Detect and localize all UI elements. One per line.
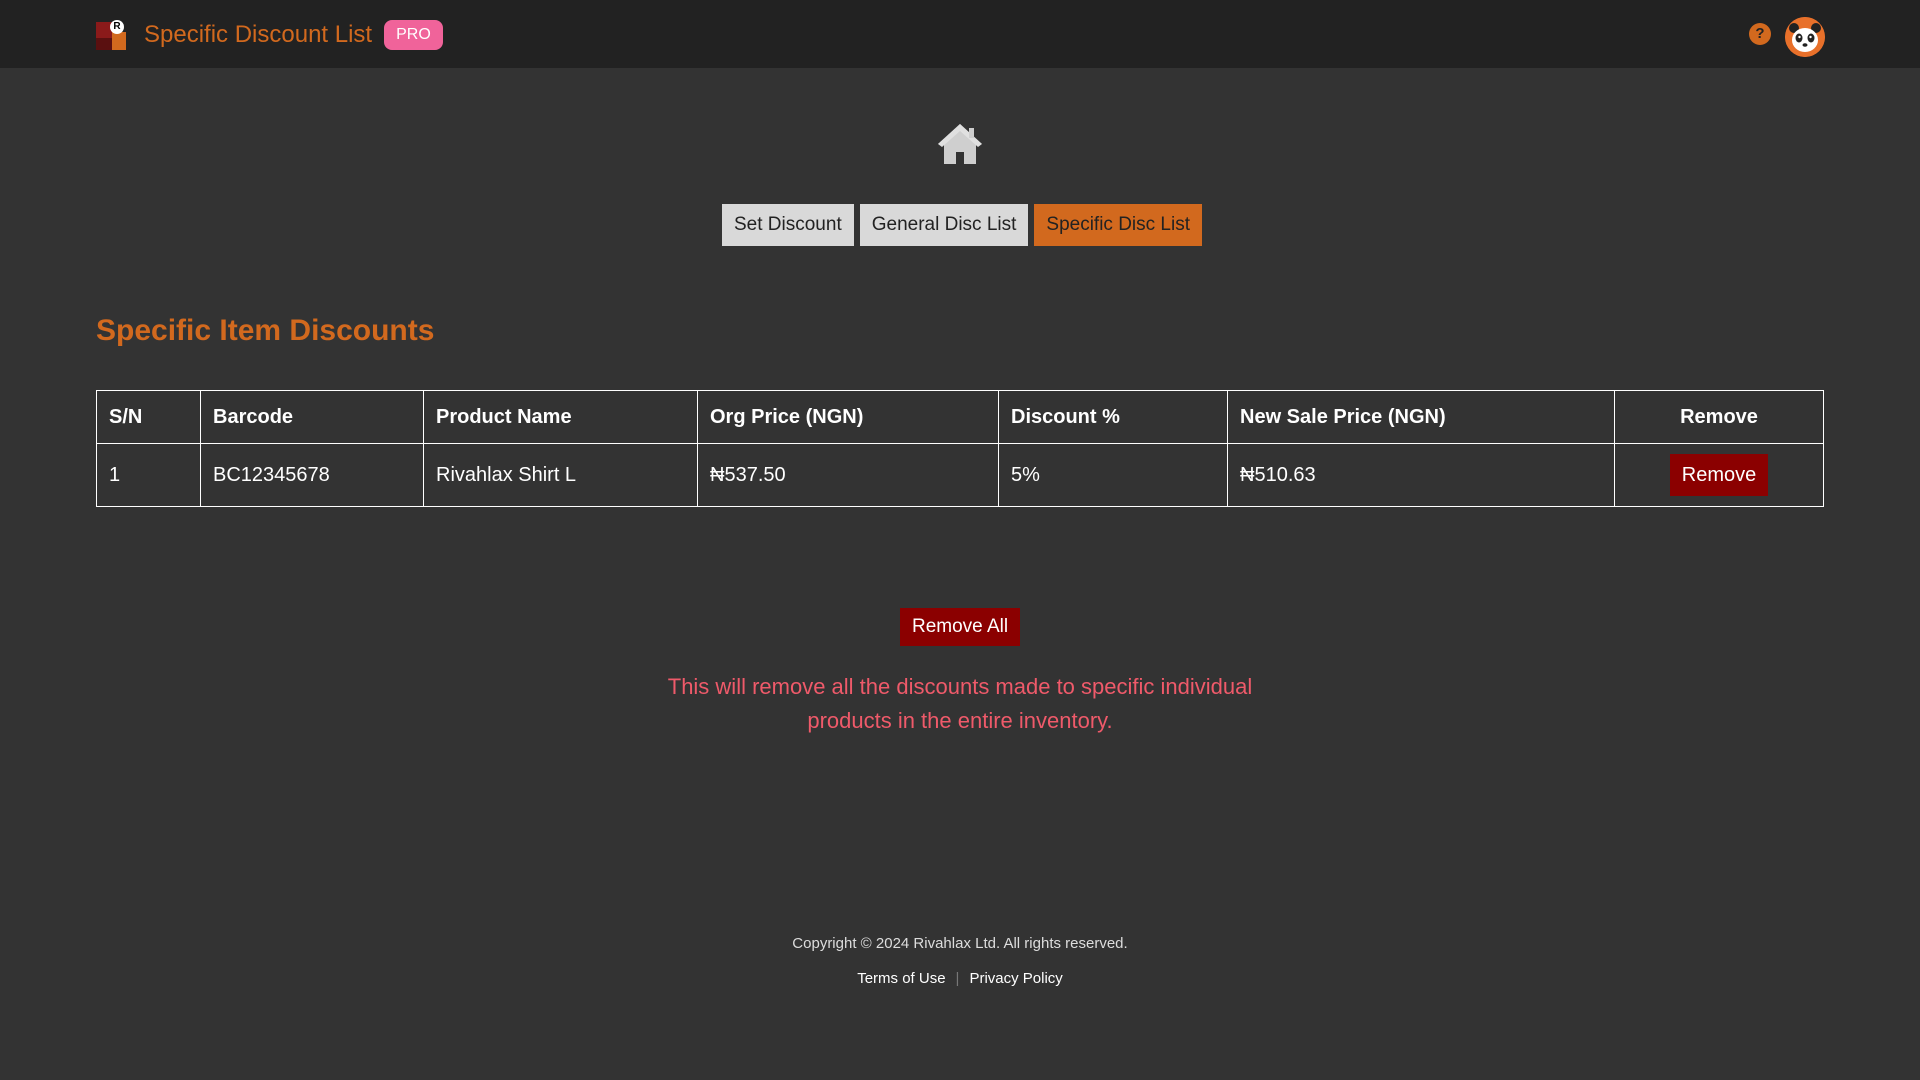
page-title: Specific Discount List (144, 21, 373, 48)
terms-link[interactable]: Terms of Use (857, 970, 945, 987)
discount-table: S/N Barcode Product Name Org Price (NGN)… (96, 390, 1824, 507)
footer-separator: | (955, 970, 960, 987)
cell-org-price: ₦537.50 (697, 443, 999, 507)
cell-sn: 1 (96, 443, 201, 507)
cell-product-name: Rivahlax Shirt L (423, 443, 698, 507)
col-header-product-name: Product Name (423, 390, 698, 444)
cell-new-price: ₦510.63 (1227, 443, 1615, 507)
col-header-barcode: Barcode (200, 390, 424, 444)
nav-tabs: Set Discount General Disc List Specific … (722, 204, 1203, 246)
app-logo[interactable]: R (96, 18, 128, 52)
privacy-link[interactable]: Privacy Policy (969, 970, 1062, 987)
remove-button[interactable]: Remove (1669, 454, 1769, 496)
panda-avatar-icon (1785, 17, 1825, 57)
table-row: 1 BC12345678 Rivahlax Shirt L ₦537.50 5%… (96, 443, 1824, 507)
footer-links: Terms of Use | Privacy Policy (0, 970, 1920, 987)
top-bar: R Specific Discount List PRO ? (0, 0, 1920, 68)
logo-letter: R (110, 20, 124, 34)
col-header-discount: Discount % (998, 390, 1228, 444)
tab-specific-disc-list[interactable]: Specific Disc List (1034, 204, 1203, 246)
section-title: Specific Item Discounts (96, 314, 435, 347)
logo-square-dark (96, 38, 112, 50)
home-icon[interactable] (936, 120, 984, 168)
help-icon[interactable]: ? (1749, 23, 1771, 45)
cell-discount: 5% (998, 443, 1228, 507)
remove-all-button[interactable]: Remove All (900, 608, 1021, 646)
col-header-remove: Remove (1614, 390, 1824, 444)
remove-all-warning: This will remove all the discounts made … (667, 674, 1253, 733)
col-header-org-price: Org Price (NGN) (697, 390, 999, 444)
table-header-row: S/N Barcode Product Name Org Price (NGN)… (96, 390, 1824, 444)
tab-general-disc-list[interactable]: General Disc List (859, 204, 1029, 246)
tab-set-discount[interactable]: Set Discount (722, 204, 854, 246)
cell-remove: Remove (1614, 443, 1824, 507)
avatar[interactable] (1785, 17, 1825, 57)
brand: R Specific Discount List PRO (96, 18, 443, 52)
pro-badge: PRO (384, 20, 443, 50)
col-header-sn: S/N (96, 390, 201, 444)
home-icon-svg (938, 124, 982, 164)
logo-square-orange (112, 32, 126, 50)
col-header-new-price: New Sale Price (NGN) (1227, 390, 1615, 444)
copyright-text: Copyright © 2024 Rivahlax Ltd. All right… (792, 935, 1128, 952)
cell-barcode: BC12345678 (200, 443, 424, 507)
